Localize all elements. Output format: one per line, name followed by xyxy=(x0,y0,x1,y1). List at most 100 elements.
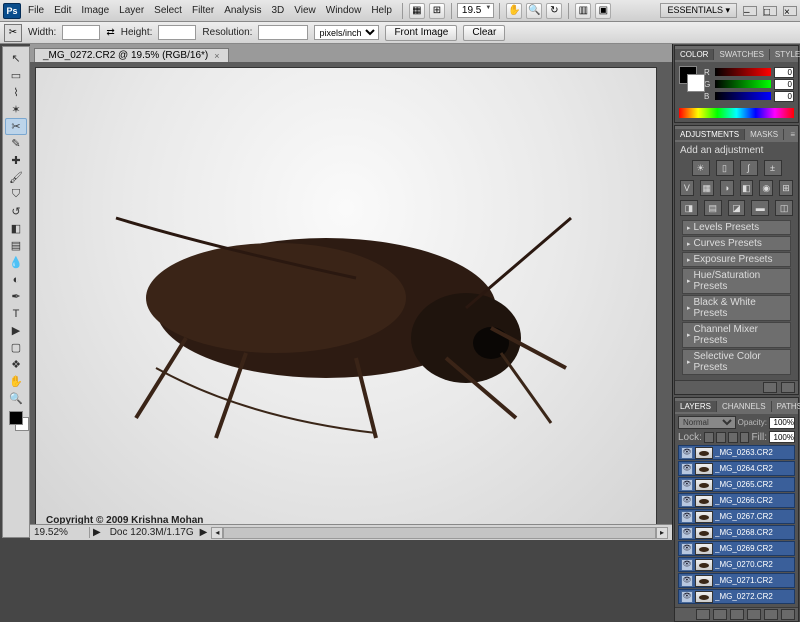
tab-masks[interactable]: MASKS xyxy=(745,129,784,140)
vibrance-adjust-icon[interactable]: V xyxy=(680,180,694,196)
crop-tool-icon[interactable]: ✂ xyxy=(5,118,27,135)
menu-edit[interactable]: Edit xyxy=(49,3,76,18)
layer-row[interactable]: 👁_MG_0269.CR2 xyxy=(678,541,795,556)
preset-item[interactable]: ▸Curves Presets xyxy=(682,236,791,251)
menu-layer[interactable]: Layer xyxy=(114,3,149,18)
visibility-icon[interactable]: 👁 xyxy=(681,495,693,507)
brightness-adjust-icon[interactable]: ☀ xyxy=(692,160,710,176)
zoom-level-select[interactable]: 19.5 xyxy=(457,3,494,18)
channel-mixer-icon[interactable]: ⊞ xyxy=(779,180,793,196)
visibility-icon[interactable]: 👁 xyxy=(681,463,693,475)
menu-analysis[interactable]: Analysis xyxy=(219,3,266,18)
layer-row[interactable]: 👁_MG_0263.CR2 xyxy=(678,445,795,460)
levels-adjust-icon[interactable]: ▯ xyxy=(716,160,734,176)
layer-thumbnail[interactable] xyxy=(695,463,713,475)
lock-position-icon[interactable] xyxy=(728,432,738,443)
colorbal-adjust-icon[interactable]: ◑ xyxy=(720,180,734,196)
foreground-swatch[interactable] xyxy=(9,411,23,425)
front-image-button[interactable]: Front Image xyxy=(385,25,457,41)
shape-tool-icon[interactable]: ▢ xyxy=(5,339,27,356)
menu-window[interactable]: Window xyxy=(321,3,367,18)
tab-paths[interactable]: PATHS xyxy=(772,401,800,412)
screen-mode-icon[interactable]: ▣ xyxy=(595,3,611,19)
height-field[interactable] xyxy=(158,25,196,40)
healing-tool-icon[interactable]: ✚ xyxy=(5,152,27,169)
menu-image[interactable]: Image xyxy=(76,3,114,18)
layer-thumbnail[interactable] xyxy=(695,447,713,459)
tab-swatches[interactable]: SWATCHES xyxy=(714,49,769,60)
h-scrollbar[interactable] xyxy=(223,527,656,539)
units-select[interactable]: pixels/inch xyxy=(314,25,379,40)
color-value[interactable]: 0 xyxy=(774,91,794,102)
tab-color[interactable]: COLOR xyxy=(675,49,714,60)
tab-styles[interactable]: STYLES xyxy=(770,49,800,60)
lock-transparent-icon[interactable] xyxy=(704,432,714,443)
menu-3d[interactable]: 3D xyxy=(266,3,289,18)
marquee-tool-icon[interactable]: ▭ xyxy=(5,67,27,84)
resolution-field[interactable] xyxy=(258,25,308,40)
visibility-icon[interactable]: 👁 xyxy=(681,527,693,539)
crop-tool-icon[interactable]: ✂ xyxy=(4,24,22,42)
menu-filter[interactable]: Filter xyxy=(187,3,219,18)
view-extras-icon[interactable]: ⊞ xyxy=(429,3,445,19)
canvas[interactable]: Copyright © 2009 Krishna Mohan xyxy=(36,68,656,524)
app-icon[interactable]: Ps xyxy=(3,3,21,19)
fill-field[interactable] xyxy=(769,431,795,443)
visibility-icon[interactable]: 👁 xyxy=(681,543,693,555)
layer-row[interactable]: 👁_MG_0272.CR2 xyxy=(678,589,795,604)
color-value[interactable]: 0 xyxy=(774,67,794,78)
scroll-right-icon[interactable]: ▸ xyxy=(656,527,668,539)
tab-adjustments[interactable]: ADJUSTMENTS xyxy=(675,129,745,140)
menu-select[interactable]: Select xyxy=(149,3,187,18)
quick-select-tool-icon[interactable]: ✶ xyxy=(5,101,27,118)
tab-close-icon[interactable]: × xyxy=(214,51,219,61)
gradient-tool-icon[interactable]: ▤ xyxy=(5,237,27,254)
maximize-button[interactable]: □ xyxy=(763,6,777,16)
new-group-icon[interactable] xyxy=(747,609,761,620)
layer-thumbnail[interactable] xyxy=(695,575,713,587)
preset-item[interactable]: ▸Channel Mixer Presets xyxy=(682,322,791,348)
tab-channels[interactable]: CHANNELS xyxy=(717,401,772,412)
invert-adjust-icon[interactable]: ◨ xyxy=(680,200,698,216)
tab-layers[interactable]: LAYERS xyxy=(675,401,717,412)
color-swatches[interactable] xyxy=(9,411,23,439)
3d-tool-icon[interactable]: ❖ xyxy=(5,356,27,373)
layer-style-icon[interactable] xyxy=(713,609,727,620)
layer-mask-icon[interactable] xyxy=(730,609,744,620)
menu-help[interactable]: Help xyxy=(366,3,397,18)
layer-row[interactable]: 👁_MG_0270.CR2 xyxy=(678,557,795,572)
blur-tool-icon[interactable]: 💧 xyxy=(5,254,27,271)
color-slider[interactable] xyxy=(715,80,771,88)
lock-all-icon[interactable] xyxy=(740,432,750,443)
selective-color-icon[interactable]: ◫ xyxy=(775,200,793,216)
hand-tool-icon[interactable]: ✋ xyxy=(5,373,27,390)
layer-thumbnail[interactable] xyxy=(695,511,713,523)
lock-pixels-icon[interactable] xyxy=(716,432,726,443)
visibility-icon[interactable]: 👁 xyxy=(681,559,693,571)
close-button[interactable]: × xyxy=(783,6,797,16)
layer-row[interactable]: 👁_MG_0267.CR2 xyxy=(678,509,795,524)
curves-adjust-icon[interactable]: ∫ xyxy=(740,160,758,176)
layer-thumbnail[interactable] xyxy=(695,543,713,555)
panel-menu-icon[interactable]: ≡ xyxy=(787,130,798,139)
stamp-tool-icon[interactable]: ⛉ xyxy=(5,186,27,203)
launch-bridge-icon[interactable]: ▦ xyxy=(409,3,425,19)
layer-row[interactable]: 👁_MG_0264.CR2 xyxy=(678,461,795,476)
menu-view[interactable]: View xyxy=(289,3,321,18)
preset-item[interactable]: ▸Selective Color Presets xyxy=(682,349,791,375)
exposure-adjust-icon[interactable]: ± xyxy=(764,160,782,176)
type-tool-icon[interactable]: T xyxy=(5,305,27,322)
zoom-tool-icon[interactable]: 🔍 xyxy=(526,3,542,19)
path-select-tool-icon[interactable]: ▶ xyxy=(5,322,27,339)
visibility-icon[interactable]: 👁 xyxy=(681,575,693,587)
delete-layer-icon[interactable] xyxy=(781,609,795,620)
dodge-tool-icon[interactable]: ◐ xyxy=(5,271,27,288)
scroll-left-icon[interactable]: ◂ xyxy=(211,527,223,539)
layer-row[interactable]: 👁_MG_0271.CR2 xyxy=(678,573,795,588)
layer-row[interactable]: 👁_MG_0268.CR2 xyxy=(678,525,795,540)
visibility-icon[interactable]: 👁 xyxy=(681,511,693,523)
photo-filter-icon[interactable]: ◉ xyxy=(759,180,773,196)
move-tool-icon[interactable]: ↖ xyxy=(5,50,27,67)
opacity-field[interactable] xyxy=(769,417,795,429)
history-brush-tool-icon[interactable]: ↺ xyxy=(5,203,27,220)
